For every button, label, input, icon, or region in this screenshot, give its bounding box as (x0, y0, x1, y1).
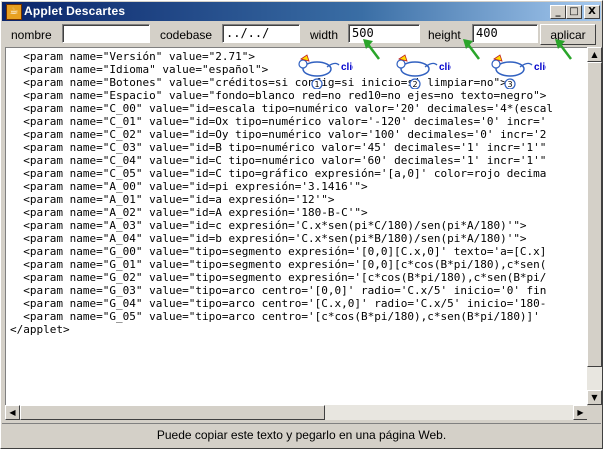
scrollbar-corner (587, 405, 602, 420)
hint-mouse-3: 3 clic (484, 53, 551, 90)
hint-clic-3: clic (534, 62, 546, 73)
minimize-button[interactable]: _ (550, 5, 566, 19)
status-bar: Puede copiar este texto y pegarlo en una… (2, 423, 601, 448)
java-applet-icon: ☕ (6, 4, 22, 20)
horizontal-scroll-thumb[interactable] (20, 405, 325, 420)
codebase-label: codebase (160, 28, 213, 42)
hint-arrow-icon (463, 39, 480, 60)
hint-clic-2: clic (439, 62, 451, 73)
scroll-down-icon[interactable]: ▼ (587, 390, 602, 405)
mouse-icon: 2 clic (396, 54, 456, 90)
scroll-right-icon[interactable]: ▶ (573, 405, 588, 420)
code-textarea[interactable]: <param name="Versión" value="2.71"> <par… (5, 47, 590, 407)
hint-clic-1: clic (341, 62, 353, 73)
hint-number-3: 3 (507, 80, 512, 89)
width-label: width (310, 28, 339, 42)
close-button[interactable]: X (584, 5, 600, 19)
applet-window: ☕ Applet Descartes _ □ X nombre codebase… (0, 0, 603, 449)
height-label: height (428, 28, 461, 42)
hint-arrow-icon (363, 39, 380, 60)
vertical-scroll-thumb[interactable] (587, 62, 602, 367)
hint-mouse-2: 2 clic (389, 53, 456, 90)
maximize-button[interactable]: □ (566, 5, 582, 19)
title-bar[interactable]: ☕ Applet Descartes _ □ X (2, 2, 601, 21)
vertical-scrollbar[interactable]: ▲ ▼ (587, 47, 602, 405)
hint-number-1: 1 (314, 80, 319, 89)
code-text[interactable]: <param name="Versión" value="2.71"> <par… (10, 50, 553, 336)
mouse-icon: 3 clic (491, 54, 551, 90)
hint-arrow-icon (555, 39, 572, 60)
codebase-field[interactable] (222, 24, 300, 43)
scroll-left-icon[interactable]: ◀ (5, 405, 20, 420)
nombre-field[interactable] (62, 24, 150, 43)
parameters-toolbar: nombre codebase width height aplicar (2, 23, 601, 47)
horizontal-scrollbar[interactable]: ◀ ▶ (5, 405, 588, 420)
mouse-icon: 1 clic (298, 54, 358, 90)
nombre-label: nombre (11, 28, 52, 42)
scroll-up-icon[interactable]: ▲ (587, 47, 602, 62)
hint-number-2: 2 (412, 80, 417, 89)
window-title: Applet Descartes (24, 4, 126, 18)
hint-mouse-1: 1 clic (291, 53, 358, 90)
